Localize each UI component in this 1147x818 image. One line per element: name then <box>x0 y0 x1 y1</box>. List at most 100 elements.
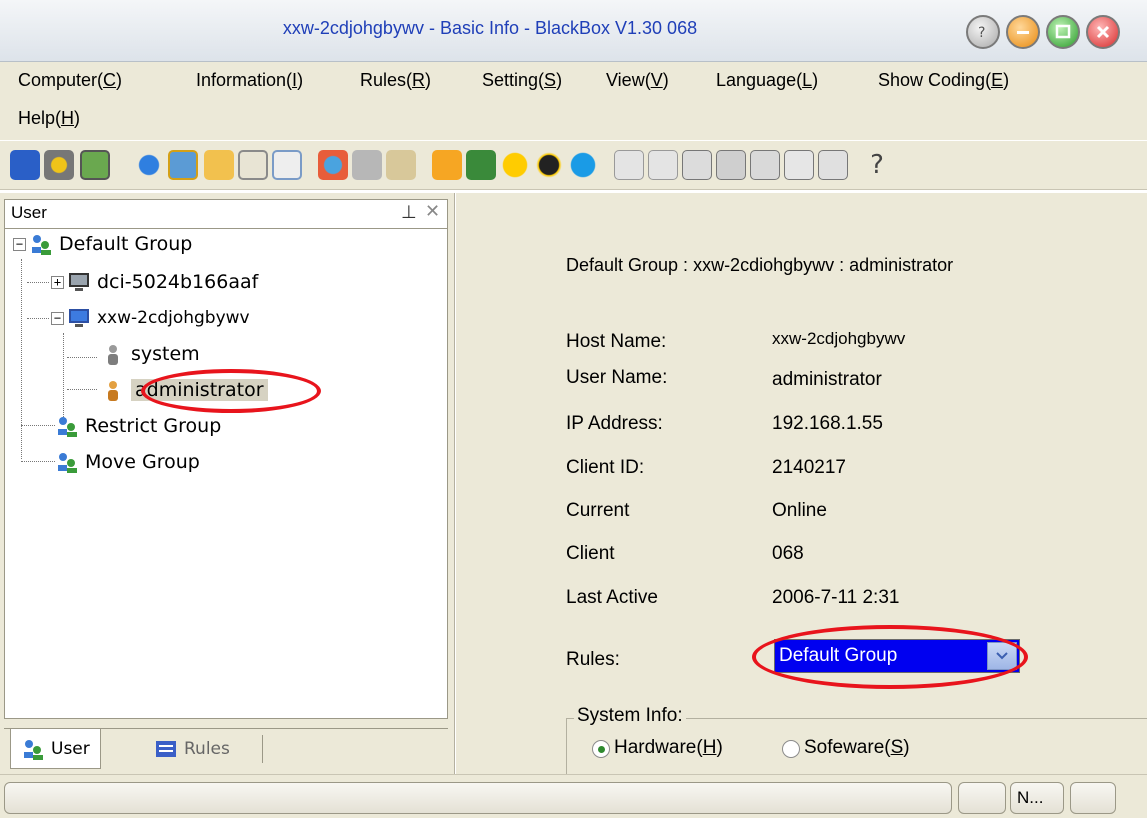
toolbar: ? <box>0 140 1147 190</box>
usb-icon[interactable] <box>614 150 644 180</box>
menu-language[interactable]: Language(L) <box>716 70 818 91</box>
close-icon <box>1096 25 1110 39</box>
menu-hotkey: S <box>544 70 557 90</box>
tree-label: dci-5024b166aaf <box>97 271 259 293</box>
user-name-value: administrator <box>772 369 882 390</box>
image-icon[interactable] <box>80 150 110 180</box>
tree-label: Restrict Group <box>85 415 222 437</box>
penguin-qq-icon[interactable] <box>534 150 564 180</box>
menu-hotkey: E <box>991 70 1004 90</box>
diagram-icon[interactable] <box>818 150 848 180</box>
radio-hotkey: H <box>702 737 717 758</box>
menu-hotkey: L <box>802 70 813 90</box>
satellite-icon[interactable] <box>352 150 382 180</box>
client-id-value: 2140217 <box>772 457 846 478</box>
tab-label: Rules <box>184 739 230 759</box>
menu-label: ) <box>74 108 81 128</box>
tab-user[interactable]: User <box>10 729 101 769</box>
menu-show-coding[interactable]: Show Coding(E) <box>878 70 1009 91</box>
network-icon[interactable] <box>318 150 348 180</box>
menu-label: Computer( <box>18 70 104 90</box>
user-tree: − Default Group + dci-5024b166aaf − xxw-… <box>4 229 448 719</box>
window-icon[interactable] <box>238 150 268 180</box>
menu-hotkey: H <box>61 108 75 128</box>
panel-tabs: User Rules <box>4 728 448 772</box>
computer-icon <box>67 270 91 294</box>
game-icon[interactable] <box>432 150 462 180</box>
disk-icon[interactable] <box>716 150 746 180</box>
tree-item-default-group[interactable]: − Default Group <box>13 229 192 259</box>
chat-icon[interactable] <box>272 150 302 180</box>
status-panel <box>1070 782 1116 814</box>
tree-label: Default Group <box>59 233 193 255</box>
menu-label: ) <box>425 70 432 90</box>
menu-information[interactable]: Information(I) <box>196 70 303 91</box>
radio-label: ) <box>903 737 910 758</box>
maximize-button[interactable] <box>1046 15 1080 49</box>
gear-settings-icon[interactable] <box>44 150 74 180</box>
menu-bar: Computer(C) Information(I) Rules(R) Sett… <box>0 62 1147 140</box>
tree-item-restrict-group[interactable]: Restrict Group <box>55 411 221 441</box>
pin-icon[interactable]: ⊥ <box>401 202 417 223</box>
group-icon <box>21 737 45 761</box>
client-label: Client <box>566 543 615 564</box>
tree-item-user[interactable]: system <box>101 339 200 369</box>
menu-computer[interactable]: Computer(C) <box>18 70 122 91</box>
tree-item-move-group[interactable]: Move Group <box>55 447 200 477</box>
group-icon <box>29 232 53 256</box>
radio-label: Sofeware( <box>804 737 891 758</box>
menu-label: Show Coding( <box>878 70 992 90</box>
status-bar: N... <box>0 774 1147 818</box>
hardware-radio[interactable] <box>592 740 610 758</box>
skype-icon[interactable] <box>568 150 598 180</box>
ie-browser-icon[interactable] <box>134 150 164 180</box>
folder-icon[interactable] <box>204 150 234 180</box>
message-icon[interactable] <box>386 150 416 180</box>
panel-header: User ⊥ ✕ <box>4 199 448 229</box>
document-icon[interactable] <box>682 150 712 180</box>
svg-text:?: ? <box>978 25 985 41</box>
rules-icon <box>154 737 178 761</box>
client-value: 068 <box>772 543 804 564</box>
photo-icon[interactable] <box>750 150 780 180</box>
menu-label: ) <box>556 70 563 90</box>
details-panel: Default Group : xxw-2cdiohgbywv : admini… <box>456 193 1147 798</box>
menu-setting[interactable]: Setting(S) <box>482 70 562 91</box>
tree-item-computer[interactable]: − xxw-2cdjohgbywv <box>51 303 250 333</box>
menu-label: View( <box>606 70 651 90</box>
user-name-label: User Name: <box>566 367 668 388</box>
highlight-ellipse <box>141 369 321 413</box>
collapse-icon[interactable]: − <box>51 311 64 325</box>
computer-icon[interactable] <box>10 150 40 180</box>
edit-document-icon[interactable] <box>784 150 814 180</box>
lite-app-icon[interactable] <box>466 150 496 180</box>
host-name-label: Host Name: <box>566 331 667 352</box>
tab-rules[interactable]: Rules <box>144 729 240 769</box>
software-radio-label[interactable]: Sofeware(S) <box>804 737 910 759</box>
monitor-icon[interactable] <box>168 150 198 180</box>
tree-item-computer[interactable]: + dci-5024b166aaf <box>51 267 258 297</box>
status-panel <box>958 782 1006 814</box>
help-icon[interactable]: ? <box>862 150 892 180</box>
close-button[interactable] <box>1086 15 1120 49</box>
close-icon[interactable]: ✕ <box>425 201 440 222</box>
minimize-button[interactable] <box>1006 15 1040 49</box>
expand-icon[interactable]: + <box>51 275 64 289</box>
software-radio[interactable] <box>782 740 800 758</box>
tab-divider <box>262 735 263 763</box>
user-icon <box>101 378 125 402</box>
computer-icon <box>67 306 91 330</box>
title-bar[interactable]: xxw-2cdjohgbywv - Basic Info - BlackBox … <box>0 0 1147 62</box>
cable-icon[interactable] <box>648 150 678 180</box>
help-window-button[interactable]: ? <box>966 15 1000 49</box>
hardware-radio-label[interactable]: Hardware(H) <box>614 737 723 759</box>
menu-rules[interactable]: Rules(R) <box>360 70 431 91</box>
radio-hotkey: S <box>890 737 904 758</box>
status-main-panel <box>4 782 952 814</box>
collapse-icon[interactable]: − <box>13 237 26 251</box>
menu-help[interactable]: Help(H) <box>18 108 80 129</box>
minimize-icon <box>1017 31 1029 34</box>
last-active-label: Last Active <box>566 587 658 608</box>
menu-view[interactable]: View(V) <box>606 70 669 91</box>
smiley-icon[interactable] <box>500 150 530 180</box>
